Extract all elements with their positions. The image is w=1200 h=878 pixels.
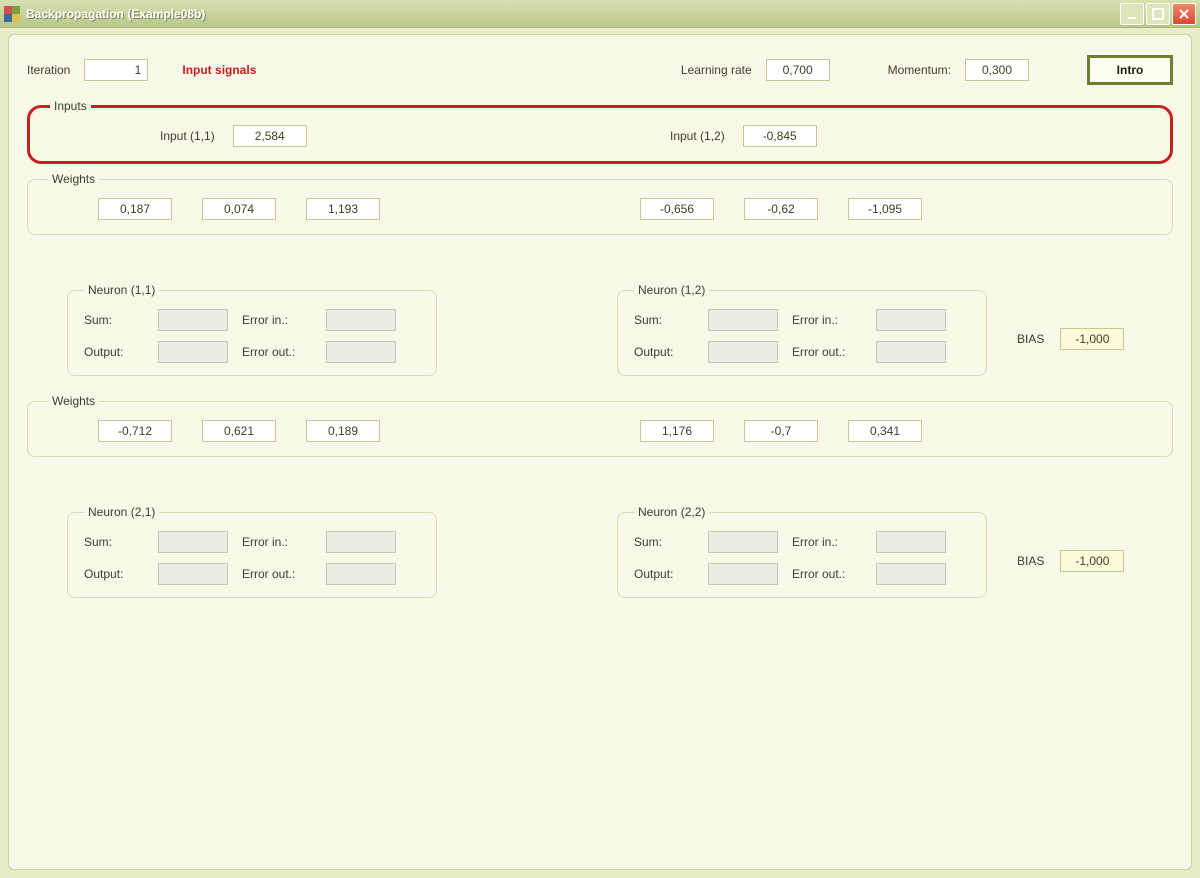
neuron-1-2: Neuron (1,2) Sum: Error in.: Output: Err… xyxy=(617,283,987,376)
n21-errout-value xyxy=(326,563,396,585)
iteration-label: Iteration xyxy=(27,63,70,77)
n11-errout-label: Error out.: xyxy=(242,345,322,359)
maximize-button[interactable] xyxy=(1146,3,1170,25)
titlebar[interactable]: Backpropagation (Example08b) xyxy=(0,0,1200,28)
n22-output-value xyxy=(708,563,778,585)
weights-2-legend: Weights xyxy=(48,394,99,408)
n12-output-label: Output: xyxy=(634,345,704,359)
minimize-button[interactable] xyxy=(1120,3,1144,25)
status-text: Input signals xyxy=(182,63,256,77)
n12-errin-value xyxy=(876,309,946,331)
neuron-1-2-legend: Neuron (1,2) xyxy=(634,283,709,297)
weight-1-left-2[interactable] xyxy=(306,198,380,220)
bias-1-value[interactable] xyxy=(1060,328,1124,350)
bias-2-value[interactable] xyxy=(1060,550,1124,572)
iteration-input[interactable] xyxy=(84,59,148,81)
n11-errin-value xyxy=(326,309,396,331)
neuron-2-1: Neuron (2,1) Sum: Error in.: Output: Err… xyxy=(67,505,437,598)
weights-group-1: Weights xyxy=(27,172,1173,235)
n11-errin-label: Error in.: xyxy=(242,313,322,327)
n22-errout-label: Error out.: xyxy=(792,567,872,581)
inputs-legend: Inputs xyxy=(50,99,91,113)
neuron-2-1-legend: Neuron (2,1) xyxy=(84,505,159,519)
app-icon xyxy=(4,6,20,22)
n21-errout-label: Error out.: xyxy=(242,567,322,581)
n22-sum-label: Sum: xyxy=(634,535,704,549)
top-controls: Iteration Input signals Learning rate Mo… xyxy=(27,55,1173,85)
input-1-1-value[interactable] xyxy=(233,125,307,147)
bias-1-label: BIAS xyxy=(1017,332,1044,346)
n22-errin-value xyxy=(876,531,946,553)
weight-2-left-0[interactable] xyxy=(98,420,172,442)
n12-output-value xyxy=(708,341,778,363)
n11-output-value xyxy=(158,341,228,363)
input-1-2-value[interactable] xyxy=(743,125,817,147)
n11-sum-value xyxy=(158,309,228,331)
n21-errin-label: Error in.: xyxy=(242,535,322,549)
app-window: Backpropagation (Example08b) Iteration I… xyxy=(0,0,1200,878)
weights-group-2: Weights xyxy=(27,394,1173,457)
weight-1-right-1[interactable] xyxy=(744,198,818,220)
learning-rate-input[interactable] xyxy=(766,59,830,81)
client-area: Iteration Input signals Learning rate Mo… xyxy=(8,34,1192,870)
inputs-group: Inputs Input (1,1) Input (1,2) xyxy=(27,99,1173,164)
n11-errout-value xyxy=(326,341,396,363)
intro-button[interactable]: Intro xyxy=(1087,55,1173,85)
neuron-2-2: Neuron (2,2) Sum: Error in.: Output: Err… xyxy=(617,505,987,598)
n11-output-label: Output: xyxy=(84,345,154,359)
weight-1-right-0[interactable] xyxy=(640,198,714,220)
learning-rate-label: Learning rate xyxy=(681,63,752,77)
neuron-1-1: Neuron (1,1) Sum: Error in.: Output: Err… xyxy=(67,283,437,376)
weight-1-left-1[interactable] xyxy=(202,198,276,220)
weight-2-right-2[interactable] xyxy=(848,420,922,442)
momentum-input[interactable] xyxy=(965,59,1029,81)
n11-sum-label: Sum: xyxy=(84,313,154,327)
momentum-label: Momentum: xyxy=(888,63,951,77)
weight-1-left-0[interactable] xyxy=(98,198,172,220)
n22-errin-label: Error in.: xyxy=(792,535,872,549)
n12-errin-label: Error in.: xyxy=(792,313,872,327)
n21-errin-value xyxy=(326,531,396,553)
weights-1-legend: Weights xyxy=(48,172,99,186)
n12-sum-value xyxy=(708,309,778,331)
n12-sum-label: Sum: xyxy=(634,313,704,327)
weight-1-right-2[interactable] xyxy=(848,198,922,220)
n21-sum-label: Sum: xyxy=(84,535,154,549)
n22-output-label: Output: xyxy=(634,567,704,581)
input-1-1-label: Input (1,1) xyxy=(160,129,215,143)
n22-errout-value xyxy=(876,563,946,585)
neuron-2-2-legend: Neuron (2,2) xyxy=(634,505,709,519)
weight-2-right-1[interactable] xyxy=(744,420,818,442)
bias-2-label: BIAS xyxy=(1017,554,1044,568)
n22-sum-value xyxy=(708,531,778,553)
n12-errout-label: Error out.: xyxy=(792,345,872,359)
window-title: Backpropagation (Example08b) xyxy=(26,7,1120,21)
n21-output-value xyxy=(158,563,228,585)
weight-2-left-2[interactable] xyxy=(306,420,380,442)
n21-output-label: Output: xyxy=(84,567,154,581)
weight-2-right-0[interactable] xyxy=(640,420,714,442)
n12-errout-value xyxy=(876,341,946,363)
close-button[interactable] xyxy=(1172,3,1196,25)
weight-2-left-1[interactable] xyxy=(202,420,276,442)
input-1-2-label: Input (1,2) xyxy=(670,129,725,143)
n21-sum-value xyxy=(158,531,228,553)
neuron-1-1-legend: Neuron (1,1) xyxy=(84,283,159,297)
